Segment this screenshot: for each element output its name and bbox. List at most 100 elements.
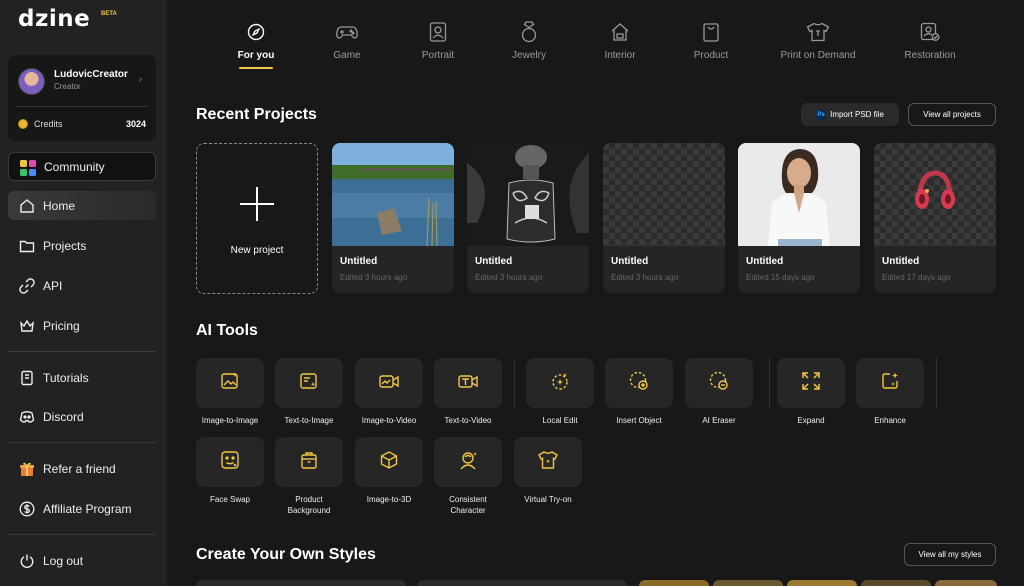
tab-label: Portrait	[421, 50, 455, 61]
import-psd-button[interactable]: Ps Import PSD file	[801, 103, 899, 126]
tool-label: Image-to-Image	[201, 416, 259, 425]
tab-label: Interior	[604, 50, 636, 61]
tab-for-you[interactable]: For you	[236, 20, 276, 61]
crown-icon	[18, 317, 36, 335]
enhance-icon	[880, 371, 900, 396]
tab-restoration[interactable]: Restoration	[895, 20, 965, 61]
tab-jewelry[interactable]: Jewelry	[509, 20, 549, 61]
coin-icon	[18, 119, 28, 129]
tool-text-to-video[interactable]: Text-to-Video	[428, 358, 508, 426]
tool-product-background[interactable]: Product Background	[269, 437, 349, 516]
compass-icon	[244, 20, 268, 44]
tool-label: Image-to-Video	[361, 416, 417, 425]
sidebar-item-home[interactable]: Home	[8, 191, 156, 220]
project-title: Untitled	[340, 256, 378, 267]
tab-label: Jewelry	[512, 50, 546, 61]
sidebar-item-label: Pricing	[43, 318, 80, 333]
style-card[interactable]	[196, 580, 406, 586]
chevron-right-icon: ›	[139, 74, 142, 84]
style-card[interactable]	[935, 580, 997, 586]
tool-image-to-video[interactable]: Image-to-Video	[349, 358, 429, 426]
tab-print-on-demand[interactable]: Print on Demand	[773, 20, 863, 61]
sidebar-item-tutorials[interactable]: Tutorials	[8, 363, 156, 392]
profile-divider	[16, 106, 148, 107]
username: LudovicCreator	[54, 69, 128, 80]
text-to-image-icon	[299, 371, 319, 396]
project-date: Edited 3 hours ago	[340, 273, 408, 282]
project-card[interactable]: Untitled Edited 3 hours ago	[467, 143, 589, 293]
style-card[interactable]	[713, 580, 783, 586]
active-tab-indicator	[239, 67, 273, 69]
tool-text-to-image[interactable]: Text-to-Image	[269, 358, 349, 426]
sidebar-divider	[8, 351, 156, 352]
sidebar-item-pricing[interactable]: Pricing	[8, 311, 156, 340]
plus-icon	[240, 187, 274, 221]
sidebar-item-projects[interactable]: Projects	[8, 231, 156, 260]
expand-icon	[801, 371, 821, 396]
tshirt-icon	[806, 20, 830, 44]
tool-face-swap[interactable]: Face Swap	[190, 437, 270, 505]
gift-icon	[18, 460, 36, 478]
tool-image-to-image[interactable]: Image-to-Image	[190, 358, 270, 426]
credits-value: 3024	[126, 119, 147, 129]
style-card[interactable]	[417, 580, 627, 586]
style-card[interactable]	[639, 580, 709, 586]
new-project-card[interactable]: New project	[196, 143, 318, 294]
tool-ai-eraser[interactable]: AI Eraser	[679, 358, 759, 426]
sidebar-item-logout[interactable]: Log out	[8, 546, 156, 575]
project-card[interactable]: Untitled Edited 3 hours ago	[603, 143, 725, 293]
tool-consistent-character[interactable]: Consistent Character	[428, 437, 508, 516]
tab-label: Print on Demand	[780, 50, 856, 61]
styles-title: Create Your Own Styles	[196, 546, 376, 563]
house-icon	[608, 20, 632, 44]
face-swap-icon	[220, 450, 240, 475]
insert-object-icon	[628, 370, 650, 397]
tab-label: For you	[237, 50, 275, 61]
view-all-styles-button[interactable]: View all my styles	[904, 543, 996, 566]
sidebar-item-label: Affiliate Program	[43, 501, 132, 516]
tool-group-divider	[936, 358, 937, 408]
cube-icon	[379, 450, 399, 475]
tool-label: Local Edit	[542, 416, 578, 425]
tool-expand[interactable]: Expand	[771, 358, 851, 426]
project-thumbnail-transparent	[603, 143, 725, 246]
project-thumbnail-perfume	[467, 143, 589, 246]
tool-image-to-3d[interactable]: Image-to-3D	[349, 437, 429, 505]
project-card[interactable]: Untitled Edited 15 days ago	[738, 143, 860, 293]
tool-local-edit[interactable]: Local Edit	[520, 358, 600, 426]
sidebar-item-label: Projects	[43, 238, 87, 253]
user-role: Creator	[54, 82, 81, 91]
tool-insert-object[interactable]: Insert Object	[599, 358, 679, 426]
local-edit-icon	[550, 371, 570, 396]
sidebar-item-affiliate[interactable]: Affiliate Program	[8, 494, 156, 523]
ai-tools-title: AI Tools	[196, 322, 258, 339]
folder-icon	[18, 237, 36, 255]
dzine-logo[interactable]: dzine	[18, 6, 90, 32]
view-all-projects-button[interactable]: View all projects	[908, 103, 996, 126]
style-card[interactable]	[787, 580, 857, 586]
tab-product[interactable]: Product	[691, 20, 731, 61]
tab-portrait[interactable]: Portrait	[418, 20, 458, 61]
project-card[interactable]: Untitled Edited 17 days ago	[874, 143, 996, 293]
style-card[interactable]	[861, 580, 931, 586]
project-card[interactable]: Untitled Edited 3 hours ago	[332, 143, 454, 293]
sidebar-item-api[interactable]: API	[8, 271, 156, 300]
project-thumbnail-portrait	[738, 143, 860, 246]
sidebar-item-discord[interactable]: Discord	[8, 402, 156, 431]
avatar	[18, 68, 45, 95]
tab-game[interactable]: Game	[327, 20, 367, 61]
sidebar-item-community[interactable]: Community	[8, 152, 156, 181]
project-date: Edited 15 days ago	[746, 273, 815, 282]
profile-card[interactable]: LudovicCreator Creator › Credits 3024	[8, 55, 156, 141]
tool-enhance[interactable]: Enhance	[850, 358, 930, 426]
character-icon	[457, 450, 479, 475]
project-title: Untitled	[746, 256, 784, 267]
tab-interior[interactable]: Interior	[600, 20, 640, 61]
project-title: Untitled	[882, 256, 920, 267]
sidebar-item-refer[interactable]: Refer a friend	[8, 454, 156, 483]
import-psd-label: Import PSD file	[830, 110, 884, 119]
image-to-video-icon	[378, 371, 400, 396]
project-date: Edited 3 hours ago	[475, 273, 543, 282]
tool-virtual-try-on[interactable]: Virtual Try-on	[508, 437, 588, 505]
link-icon	[18, 277, 36, 295]
